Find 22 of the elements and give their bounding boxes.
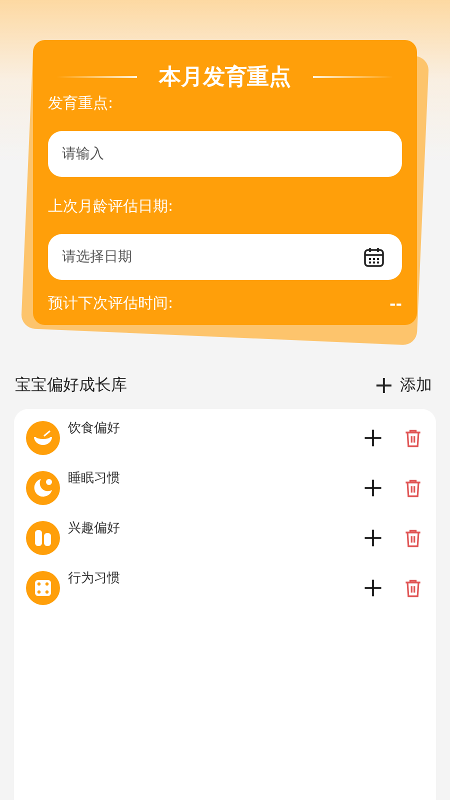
toy-icon (26, 521, 60, 555)
date-field[interactable]: 请选择日期 (48, 234, 402, 280)
focus-label: 发育重点: (48, 94, 114, 113)
focus-input-field[interactable]: 请输入 (48, 131, 402, 177)
next-assessment-label: 预计下次评估时间: (48, 294, 174, 313)
add-icon[interactable] (362, 427, 384, 449)
bowl-icon (26, 421, 60, 455)
section-title: 宝宝偏好成长库 (15, 374, 127, 396)
add-icon[interactable] (362, 577, 384, 599)
add-icon[interactable] (362, 477, 384, 499)
next-assessment-value: -- (390, 294, 402, 312)
add-icon[interactable] (362, 527, 384, 549)
card-title: 本月发育重点 (159, 64, 291, 92)
item-label: 饮食偏好 (68, 420, 121, 437)
dice-icon (26, 571, 60, 605)
add-button[interactable]: + 添加 (374, 373, 432, 397)
item-label: 睡眠习惯 (68, 470, 121, 487)
date-label: 上次月龄评估日期: (48, 197, 174, 216)
item-label: 行为习惯 (68, 570, 121, 587)
calendar-icon (362, 245, 386, 269)
moon-icon (26, 471, 60, 505)
item-label: 兴趣偏好 (68, 520, 121, 537)
